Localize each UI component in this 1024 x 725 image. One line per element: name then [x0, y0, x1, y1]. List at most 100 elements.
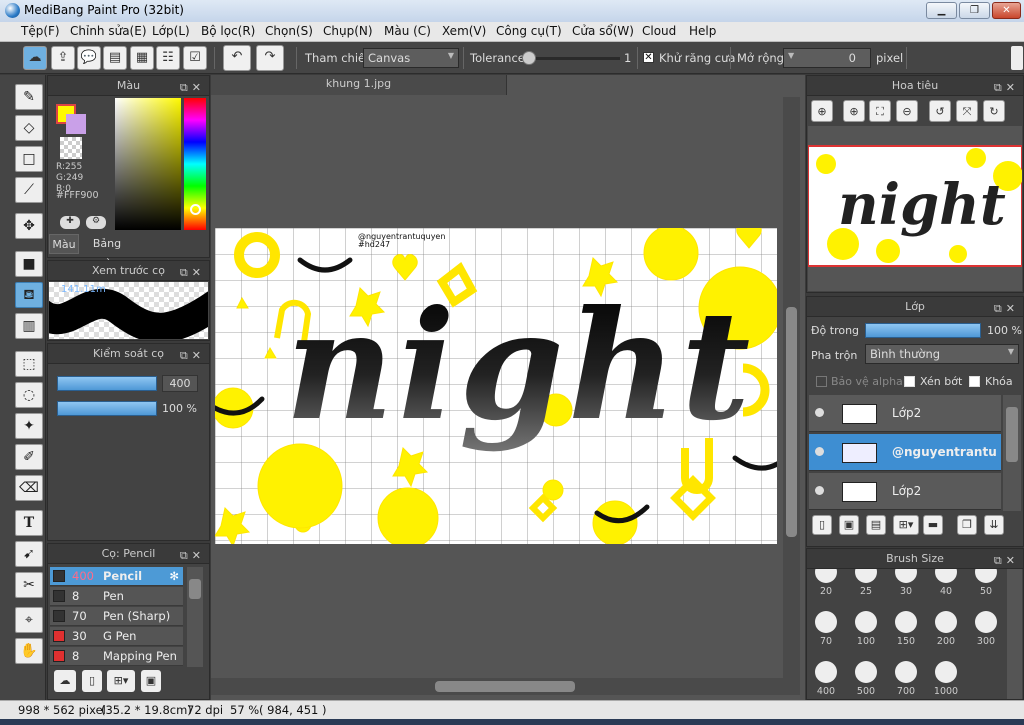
canvas-horizontal-scrollbar[interactable] [211, 678, 800, 695]
menu-help[interactable]: Help [689, 24, 716, 38]
rotate-left-icon[interactable]: ↺ [929, 100, 951, 122]
remove-color-icon[interactable]: ⚙ [86, 216, 106, 229]
fill-rect-tool-icon[interactable]: ■ [15, 251, 43, 277]
brush-list-scroll-thumb[interactable] [189, 579, 201, 599]
transparent-swatch[interactable] [60, 137, 82, 159]
brush-size-preset[interactable]: 25 [847, 569, 885, 601]
brush-size-slider[interactable] [57, 376, 157, 391]
close-button[interactable]: ✕ [992, 2, 1021, 19]
chat-icon[interactable]: ▤ [103, 46, 127, 70]
panel-controls-icon[interactable]: ⧉✕ [180, 263, 205, 282]
blend-mode-select[interactable]: Bình thường ▼ [865, 344, 1019, 364]
folder-icon[interactable]: ▬ [923, 515, 943, 535]
brush-size-preset[interactable]: 30 [887, 569, 925, 601]
menu-file[interactable]: Tệp(F) [21, 24, 60, 38]
zoom-in-icon[interactable]: ⊕ [811, 100, 833, 122]
brush-row[interactable]: 400 Pencil ✻ [50, 567, 183, 586]
brush-tool-icon[interactable]: ✎ [15, 84, 43, 110]
brush-size-preset[interactable]: 300 [967, 605, 1005, 651]
panel-controls-icon[interactable]: ⧉✕ [180, 346, 205, 365]
cloud-icon[interactable]: ☁ [23, 46, 47, 70]
vertical-scroll-thumb[interactable] [786, 307, 797, 537]
new-brush-icon[interactable]: ▯ [82, 670, 102, 692]
expand-input[interactable]: ▼ 0 [783, 48, 871, 68]
flip-icon[interactable]: ⤧ [956, 100, 978, 122]
panel-controls-icon[interactable]: ⧉✕ [994, 299, 1019, 318]
layer-list-scroll-thumb[interactable] [1006, 407, 1018, 462]
share-icon[interactable]: ⇪ [51, 46, 75, 70]
select-eraser-tool-icon[interactable]: ⌫ [15, 475, 43, 501]
undo-icon[interactable]: ↶ [223, 45, 251, 71]
shape-tool-icon[interactable]: □ [15, 146, 43, 172]
horizontal-scroll-thumb[interactable] [435, 681, 575, 692]
comment-icon[interactable]: 💬 [77, 46, 101, 70]
document-tab[interactable]: khung 1.jpg [211, 75, 507, 95]
brush-settings-gear-icon[interactable]: ✻ [169, 569, 179, 583]
reference-select[interactable]: Canvas ▼ [363, 48, 459, 68]
tolerance-slider-track[interactable] [522, 57, 620, 60]
toolbar-overflow[interactable] [1011, 46, 1023, 70]
menu-window[interactable]: Cửa sổ(W) [572, 24, 634, 38]
menu-filter[interactable]: Bộ lọc(R) [201, 24, 255, 38]
brush-size-preset[interactable]: 400 [807, 655, 845, 699]
grid-icon[interactable]: ☷ [156, 46, 180, 70]
visibility-eye-icon[interactable] [815, 486, 824, 495]
menu-capture[interactable]: Chụp(N) [323, 24, 373, 38]
brush-row[interactable]: 8 Mapping Pen [50, 647, 183, 666]
brush-size-preset[interactable]: 100 [847, 605, 885, 651]
brush-size-preset[interactable]: 20 [807, 569, 845, 601]
brush-size-preset[interactable]: 70 [807, 605, 845, 651]
brush-size-preset[interactable]: 40 [927, 569, 965, 601]
document-icon[interactable]: ▦ [130, 46, 154, 70]
move-tool-icon[interactable]: ✥ [15, 213, 43, 239]
layer-opacity-slider[interactable] [865, 323, 981, 338]
checklist-icon[interactable]: ☑ [183, 46, 207, 70]
merge-layer-icon[interactable]: ⇊ [984, 515, 1004, 535]
protect-alpha-checkbox[interactable] [816, 376, 827, 387]
clipping-checkbox[interactable] [904, 376, 915, 387]
brush-cloud-icon[interactable]: ☁ [54, 670, 76, 692]
zoom-out-icon[interactable]: ⊖ [896, 100, 918, 122]
brush-size-scrollbar[interactable] [1007, 569, 1022, 699]
new-8bit-layer-icon[interactable]: ▤ [866, 515, 886, 535]
new-halftone-layer-icon[interactable]: ▣ [839, 515, 859, 535]
layer-row[interactable]: Lớp2 [809, 473, 1001, 510]
bucket-fill-tool-icon[interactable]: ⛾ [15, 282, 43, 308]
menu-edit[interactable]: Chỉnh sửa(E) [70, 24, 147, 38]
brush-row[interactable]: 70 Pen (Sharp) [50, 607, 183, 626]
new-layer-icon[interactable]: ▯ [812, 515, 832, 535]
navigator-thumbnail[interactable]: night [808, 126, 1022, 291]
magic-wand-tool-icon[interactable]: ✦ [15, 413, 43, 439]
select-rect-tool-icon[interactable]: ⬚ [15, 351, 43, 377]
brush-size-preset[interactable]: 500 [847, 655, 885, 699]
add-layer-menu-icon[interactable]: ⊞▾ [893, 515, 919, 535]
menu-color[interactable]: Màu (C) [384, 24, 431, 38]
secondary-color-swatch[interactable] [66, 114, 86, 134]
visibility-eye-icon[interactable] [815, 408, 824, 417]
visibility-eye-icon[interactable] [815, 447, 824, 456]
layer-row[interactable]: Lớp2 [809, 395, 1001, 432]
line-tool-icon[interactable]: ⟋ [15, 177, 43, 203]
menu-select[interactable]: Chọn(S) [265, 24, 313, 38]
brush-size-preset[interactable]: 1000 [927, 655, 965, 699]
brush-size-value[interactable]: 400 [162, 375, 198, 392]
menu-view[interactable]: Xem(V) [442, 24, 486, 38]
panel-controls-icon[interactable]: ⧉✕ [180, 546, 205, 565]
add-color-icon[interactable]: ✚ [60, 216, 80, 229]
tab-color[interactable]: Màu [49, 234, 79, 254]
operation-tool-icon[interactable]: ➹ [15, 541, 43, 567]
menu-tools[interactable]: Công cụ(T) [496, 24, 562, 38]
rotate-right-icon[interactable]: ↻ [983, 100, 1005, 122]
brush-size-preset[interactable]: 200 [927, 605, 965, 651]
canvas-vertical-scrollbar[interactable] [783, 97, 800, 678]
artwork-canvas[interactable]: night @nguyentrantuquyen #hd247 [215, 228, 777, 544]
brush-size-preset[interactable]: 700 [887, 655, 925, 699]
panel-controls-icon[interactable]: ⧉✕ [994, 551, 1019, 570]
divide-tool-icon[interactable]: ✂ [15, 572, 43, 598]
antialias-checkbox[interactable]: ✕ [643, 52, 654, 63]
tolerance-slider-thumb[interactable] [522, 51, 536, 65]
gradient-tool-icon[interactable]: ▥ [15, 313, 43, 339]
saturation-picker[interactable] [115, 98, 181, 230]
select-pen-tool-icon[interactable]: ✐ [15, 444, 43, 470]
hand-tool-icon[interactable]: ✋ [15, 638, 43, 664]
